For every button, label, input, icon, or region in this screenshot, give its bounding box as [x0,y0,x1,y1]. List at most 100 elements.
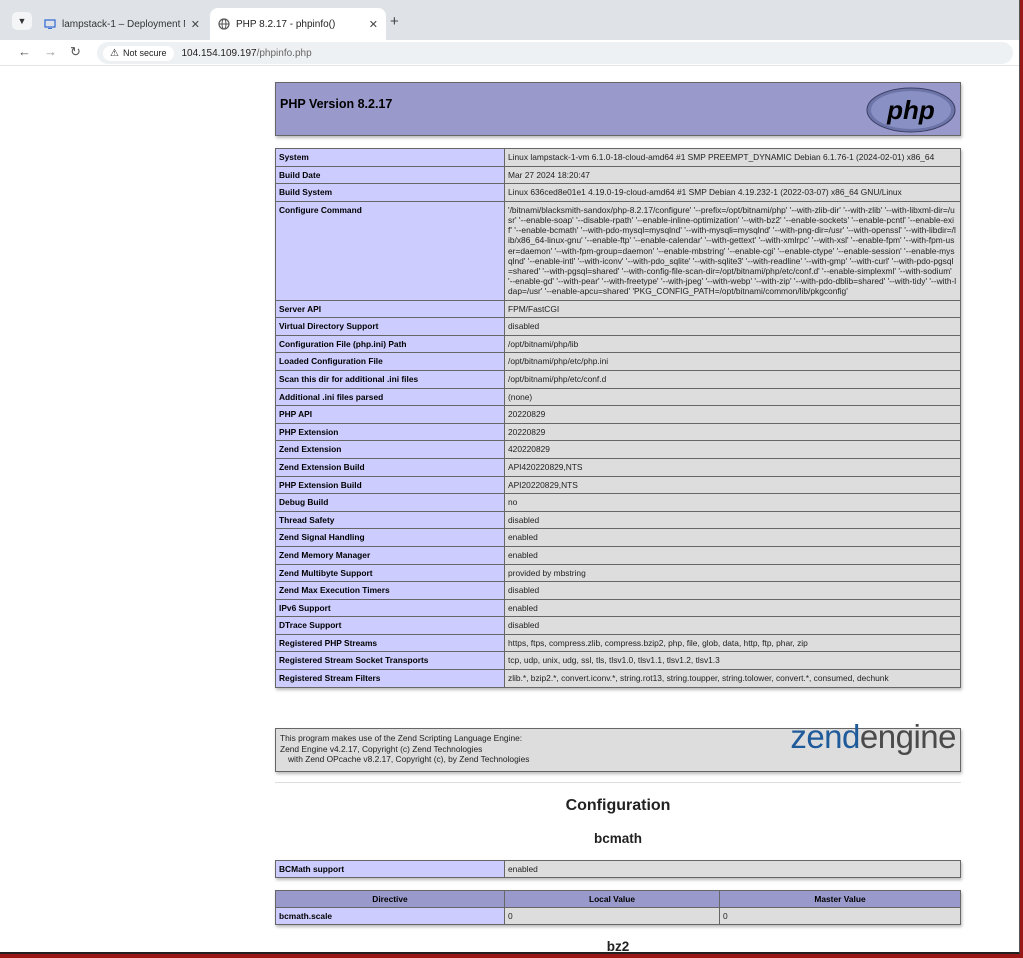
info-key: PHP API [275,405,505,424]
table-row: System Linux lampstack-1-vm 6.1.0-18-clou… [275,148,961,167]
tab-phpinfo[interactable]: PHP 8.2.17 - phpinfo() ✕ [210,8,386,40]
table-row: Zend Multibyte Support provided by mbstri… [275,563,961,583]
info-key: Thread Safety [275,510,505,530]
zend-logo-engine: engine [859,718,957,755]
info-key: Debug Build [275,493,505,512]
monitor-icon [44,19,56,29]
table-row: Registered Stream Socket Transports tcp, … [275,651,961,671]
directive-name: bcmath.scale [275,907,505,926]
info-key: Zend Memory Manager [275,545,505,565]
tab-strip: ▼ lampstack-1 – Deployment Ma ✕ PHP 8.2.… [0,0,1019,40]
info-value: /opt/bitnami/php/lib [504,334,961,354]
info-value: enabled [504,598,961,618]
configuration-heading: Configuration [565,797,671,814]
info-key: Virtual Directory Support [275,317,505,336]
info-value: disabled [504,317,961,336]
table-row: Virtual Directory Support disabled [275,317,961,336]
table-row: Thread Safety disabled [275,510,961,530]
info-key: Build Date [275,165,505,185]
table-row: Registered Stream Filters zlib.*, bzip2.*… [275,669,961,688]
info-value: Linux 636ced8e01e1 4.19.0-19-cloud-amd64… [504,183,961,202]
info-value: disabled [504,510,961,530]
info-key: System [275,148,505,167]
tab-title: lampstack-1 – Deployment Ma [62,18,185,30]
security-label: Not secure [122,48,167,58]
tab-title: PHP 8.2.17 - phpinfo() [236,18,336,30]
info-key: Zend Multibyte Support [275,563,505,583]
info-key: Additional .ini files parsed [275,387,505,407]
table-row: Registered PHP Streams https, ftps, compr… [275,633,961,653]
info-key: Scan this dir for additional .ini files [275,369,505,389]
reload-icon[interactable]: ↻ [70,44,81,60]
info-value: enabled [504,528,961,547]
info-key: Registered Stream Socket Transports [275,651,505,671]
tab-search-chevron-icon[interactable]: ▼ [12,12,32,30]
info-key: Server API [275,299,505,319]
security-chip[interactable]: ⚠ Not secure [103,45,174,61]
url-host: 104.154.109.197 [181,47,257,59]
table-row: Loaded Configuration File/opt/bitnami/ph… [275,352,961,371]
local-value-header: Local Value [504,889,720,909]
info-key: PHP Extension Build [275,475,505,495]
info-value: provided by mbstring [504,563,961,583]
php-version-header: PHP Version 8.2.17 php [275,82,961,136]
php-logo-text: php [886,95,935,125]
info-value: (none) [504,387,961,407]
info-value: API20220829,NTS [504,475,961,495]
info-key: Configure Command [275,200,505,301]
tab-deployment-manager[interactable]: lampstack-1 – Deployment Ma ✕ [36,8,208,40]
page-title: PHP Version 8.2.17 [280,97,393,111]
forward-arrow-icon[interactable]: → [44,44,57,59]
table-row: PHP Extension 20220829 [275,422,961,442]
info-value: /opt/bitnami/php/etc/php.ini [504,352,961,371]
table-row: bcmath.scale 0 0 [275,907,961,926]
local-value: 0 [504,907,720,926]
bcmath-support-value: enabled [504,859,961,879]
info-key: Configuration File (php.ini) Path [275,334,505,354]
table-row: Configuration File (php.ini) Path/opt/bi… [275,334,961,354]
table-row: Build Date Mar 27 2024 18:20:47 [275,165,961,185]
info-value: 20220829 [504,405,961,424]
bcmath-support-table: BCMath support enabled [275,859,961,879]
browser-toolbar: ← → ↻ ⚠ Not secure 104.154.109.197/phpin… [0,40,1019,66]
bcmath-heading[interactable]: bcmath [275,831,961,846]
master-value-header: Master Value [719,889,961,909]
table-row: Configure Command '/bitnami/blacksmith-sa… [275,200,961,301]
divider [275,782,961,783]
zend-engine-logo[interactable]: zendengine [790,720,956,753]
bcmath-directive-table: Directive Local Value Master Value bcmat… [275,889,961,926]
info-value: no [504,493,961,512]
info-key: Zend Max Execution Timers [275,581,505,600]
info-value: Linux lampstack-1-vm 6.1.0-18-cloud-amd6… [504,148,961,167]
table-row: IPv6 Support enabled [275,598,961,618]
bz2-heading[interactable]: bz2 [275,939,961,952]
table-row: Debug Build no [275,493,961,512]
new-tab-button[interactable]: + [390,13,399,30]
php-logo[interactable]: php [866,87,956,133]
table-row: Server API FPM/FastCGI [275,299,961,319]
table-row: Build System Linux 636ced8e01e1 4.19.0-19… [275,183,961,202]
table-row: DTrace Support disabled [275,616,961,635]
warning-icon: ⚠ [110,47,119,59]
back-arrow-icon[interactable]: ← [18,44,31,59]
info-value: /opt/bitnami/php/etc/conf.d [504,369,961,389]
master-value: 0 [719,907,961,926]
page-content: PHP Version 8.2.17 php System Linux lamps… [0,66,1019,952]
browser-window: ▼ lampstack-1 – Deployment Ma ✕ PHP 8.2.… [0,0,1020,954]
close-icon[interactable]: ✕ [191,18,200,31]
info-value: disabled [504,581,961,600]
zend-line-3: with Zend OPcache v8.2.17, Copyright (c)… [288,754,530,764]
info-key: Zend Extension Build [275,457,505,477]
table-row: Zend Memory Manager enabled [275,545,961,565]
directive-header: Directive [275,889,505,909]
table-row: Zend Extension 420220829 [275,440,961,459]
table-row: PHP Extension Build API20220829,NTS [275,475,961,495]
info-value: Mar 27 2024 18:20:47 [504,165,961,185]
info-value: 420220829 [504,440,961,459]
address-bar[interactable]: ⚠ Not secure 104.154.109.197/phpinfo.php [97,42,1013,64]
url-path: /phpinfo.php [256,47,312,59]
info-value: FPM/FastCGI [504,299,961,319]
info-value: https, ftps, compress.zlib, compress.bzi… [504,633,961,653]
close-icon[interactable]: ✕ [369,18,378,31]
zend-logo-zend: zend [790,718,860,755]
